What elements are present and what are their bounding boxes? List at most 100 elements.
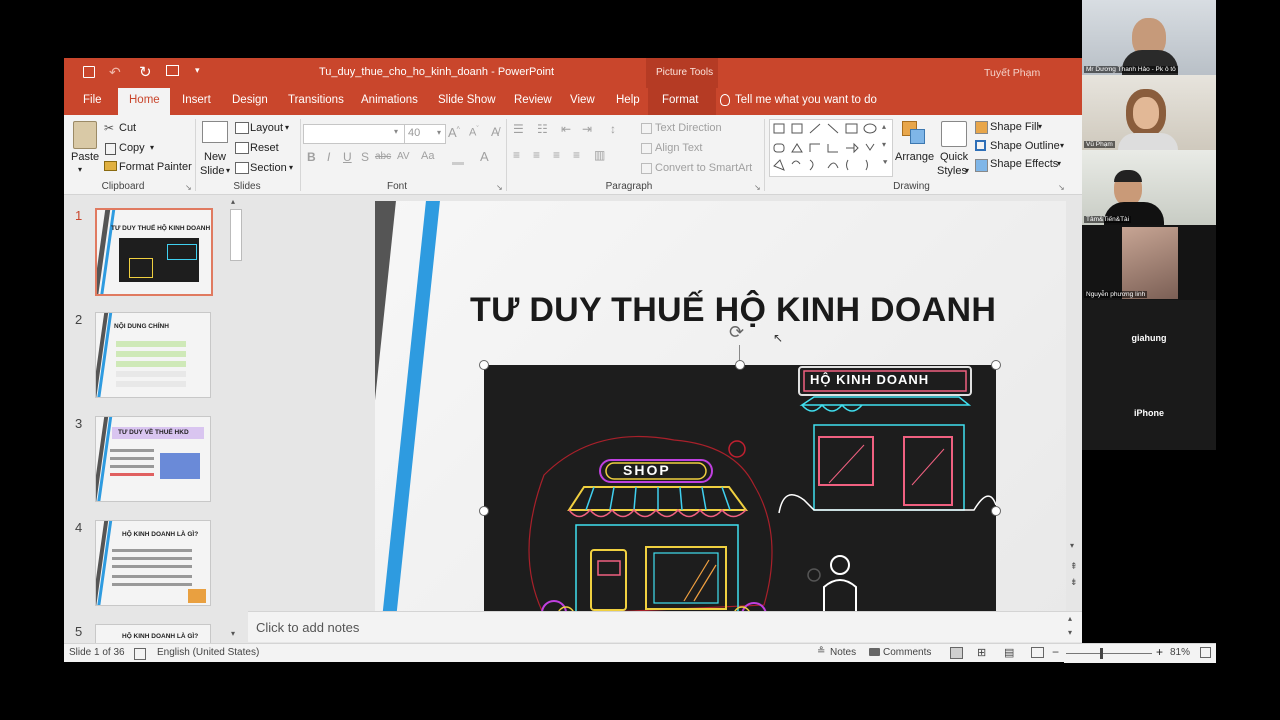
clear-formatting-icon[interactable]: A̸ <box>491 125 499 139</box>
redo-icon[interactable]: ↻ <box>139 63 152 81</box>
canvas-scrollbar[interactable]: ▾ ⇞ ⇟ <box>1066 195 1082 611</box>
grow-font-icon[interactable]: A^ <box>448 125 460 140</box>
copy-dropdown-icon[interactable]: ▾ <box>150 143 154 152</box>
thumbnail-slide-1[interactable]: TƯ DUY THUẾ HỘ KINH DOANH <box>95 208 213 296</box>
tab-animations[interactable]: Animations <box>361 94 418 106</box>
highlight-icon[interactable] <box>452 152 464 165</box>
align-text-button[interactable]: Align Text <box>655 142 703 154</box>
shadow-button[interactable]: S <box>361 150 369 164</box>
current-slide[interactable]: TƯ DUY THUẾ HỘ KINH DOANH ⟳ SHOP HỘ KINH… <box>375 201 1071 611</box>
selection-handle[interactable] <box>479 360 489 370</box>
italic-button[interactable]: I <box>327 150 330 164</box>
align-left-icon[interactable]: ≡ <box>513 148 520 162</box>
tab-home[interactable]: Home <box>129 94 160 106</box>
tab-design[interactable]: Design <box>232 94 268 106</box>
spellcheck-icon[interactable] <box>134 648 146 660</box>
next-slide-icon[interactable]: ⇟ <box>1070 577 1078 588</box>
gallery-more-icon[interactable]: ⯆ <box>882 158 888 168</box>
tab-review[interactable]: Review <box>514 94 552 106</box>
slideshow-view-icon[interactable] <box>1031 647 1044 658</box>
tab-transitions[interactable]: Transitions <box>288 94 344 106</box>
section-button[interactable]: Section <box>250 162 287 174</box>
shapes-gallery[interactable]: ▴ ▾ ⯆ <box>769 119 893 177</box>
line-spacing-icon[interactable]: ↕ <box>610 122 616 136</box>
align-center-icon[interactable]: ≡ <box>533 148 540 162</box>
comments-button[interactable]: Comments <box>883 647 931 658</box>
arrange-icon[interactable] <box>902 121 925 144</box>
text-direction-button[interactable]: Text Direction <box>655 122 722 134</box>
customize-toolbar-icon[interactable]: ▾ <box>195 65 200 76</box>
scroll-down-icon[interactable]: ▾ <box>231 629 235 638</box>
tab-format-bg[interactable]: Format <box>648 88 716 115</box>
paste-icon[interactable] <box>73 121 97 149</box>
tell-me-search[interactable]: Tell me what you want to do <box>735 94 877 106</box>
increase-indent-icon[interactable]: ⇥ <box>582 122 592 136</box>
paragraph-launcher-icon[interactable]: ↘ <box>754 183 761 192</box>
notes-scroll-down-icon[interactable]: ▾ <box>1068 628 1072 637</box>
character-spacing-button[interactable]: AV <box>397 151 410 162</box>
gallery-scroll-up-icon[interactable]: ▴ <box>882 122 886 131</box>
shape-fill-button[interactable]: Shape Fill <box>990 121 1039 133</box>
zoom-out-icon[interactable]: − <box>1052 645 1059 659</box>
previous-slide-icon[interactable]: ⇞ <box>1070 561 1078 572</box>
cut-button[interactable]: Cut <box>119 122 136 134</box>
paste-dropdown-icon[interactable]: ▾ <box>78 165 82 174</box>
participant-video[interactable]: Vũ Phạm <box>1082 75 1216 150</box>
fit-slide-icon[interactable] <box>1200 647 1211 658</box>
clipboard-launcher-icon[interactable]: ↘ <box>185 183 192 192</box>
tab-view[interactable]: View <box>570 94 595 106</box>
quick-styles-label-2[interactable]: Styles <box>937 165 967 177</box>
shape-fill-dropdown-icon[interactable]: ▾ <box>1038 122 1042 131</box>
underline-button[interactable]: U <box>343 150 352 164</box>
shape-outline-button[interactable]: Shape Outline <box>990 140 1060 152</box>
new-slide-icon[interactable] <box>202 121 228 143</box>
tab-slide-show[interactable]: Slide Show <box>438 94 496 106</box>
rotate-handle-icon[interactable]: ⟳ <box>729 322 744 343</box>
numbering-icon[interactable]: ☷ <box>537 122 548 136</box>
thumbnail-slide-4[interactable]: HỘ KINH DOANH LÀ GÌ? <box>95 520 211 606</box>
font-launcher-icon[interactable]: ↘ <box>496 183 503 192</box>
user-name[interactable]: Tuyết Phạm <box>984 67 1040 79</box>
notes-pane[interactable]: Click to add notes ▴ ▾ <box>248 611 1082 642</box>
copy-button[interactable]: Copy <box>119 142 145 154</box>
shape-effects-button[interactable]: Shape Effects <box>990 158 1058 170</box>
slide-picture[interactable]: SHOP HỘ KINH DOANH <box>484 365 997 611</box>
notes-placeholder[interactable]: Click to add notes <box>256 620 359 635</box>
scroll-down-icon[interactable]: ▾ <box>1070 541 1074 550</box>
participant-video[interactable]: iPhone <box>1082 375 1216 450</box>
thumbnail-scrollbar[interactable]: ▴ ▾ <box>228 195 242 643</box>
font-size-dropdown-icon[interactable]: ▾ <box>437 128 441 137</box>
notes-button[interactable]: Notes <box>830 647 856 658</box>
participant-video[interactable]: giahung <box>1082 300 1216 375</box>
notes-scroll-up-icon[interactable]: ▴ <box>1068 614 1072 623</box>
new-slide-label-2[interactable]: Slide <box>200 165 224 177</box>
scroll-thumb[interactable] <box>230 209 242 261</box>
zoom-level[interactable]: 81% <box>1170 647 1190 658</box>
undo-icon[interactable]: ↶ <box>109 64 121 81</box>
font-name-dropdown-icon[interactable]: ▾ <box>394 127 398 136</box>
normal-view-icon[interactable] <box>950 647 963 659</box>
zoom-slider[interactable] <box>1066 648 1152 659</box>
gallery-scroll-down-icon[interactable]: ▾ <box>882 140 886 149</box>
present-icon[interactable] <box>166 65 179 76</box>
zoom-slider-thumb[interactable] <box>1100 648 1103 659</box>
paste-button[interactable]: Paste <box>71 151 99 163</box>
align-right-icon[interactable]: ≡ <box>553 148 560 162</box>
justify-icon[interactable]: ≡ <box>573 148 580 162</box>
selection-handle[interactable] <box>991 506 1001 516</box>
selection-handle[interactable] <box>735 360 745 370</box>
selection-handle[interactable] <box>479 506 489 516</box>
shrink-font-icon[interactable]: Aˇ <box>469 126 479 139</box>
font-color-button[interactable]: A <box>480 149 489 164</box>
zoom-in-icon[interactable]: + <box>1156 645 1163 659</box>
columns-icon[interactable]: ▥ <box>594 148 605 162</box>
layout-dropdown-icon[interactable]: ▾ <box>285 123 289 132</box>
font-name-box[interactable] <box>303 124 405 144</box>
strikethrough-button[interactable]: abc <box>375 151 391 162</box>
tab-home-active[interactable]: Home <box>118 88 170 115</box>
thumbnail-slide-5[interactable]: HỘ KINH DOANH LÀ GÌ? <box>95 624 211 644</box>
slide-sorter-icon[interactable]: ⊞ <box>977 646 986 659</box>
quick-styles-dropdown-icon[interactable]: ▾ <box>965 166 969 175</box>
tab-help[interactable]: Help <box>616 94 640 106</box>
new-slide-label-1[interactable]: New <box>204 151 226 163</box>
